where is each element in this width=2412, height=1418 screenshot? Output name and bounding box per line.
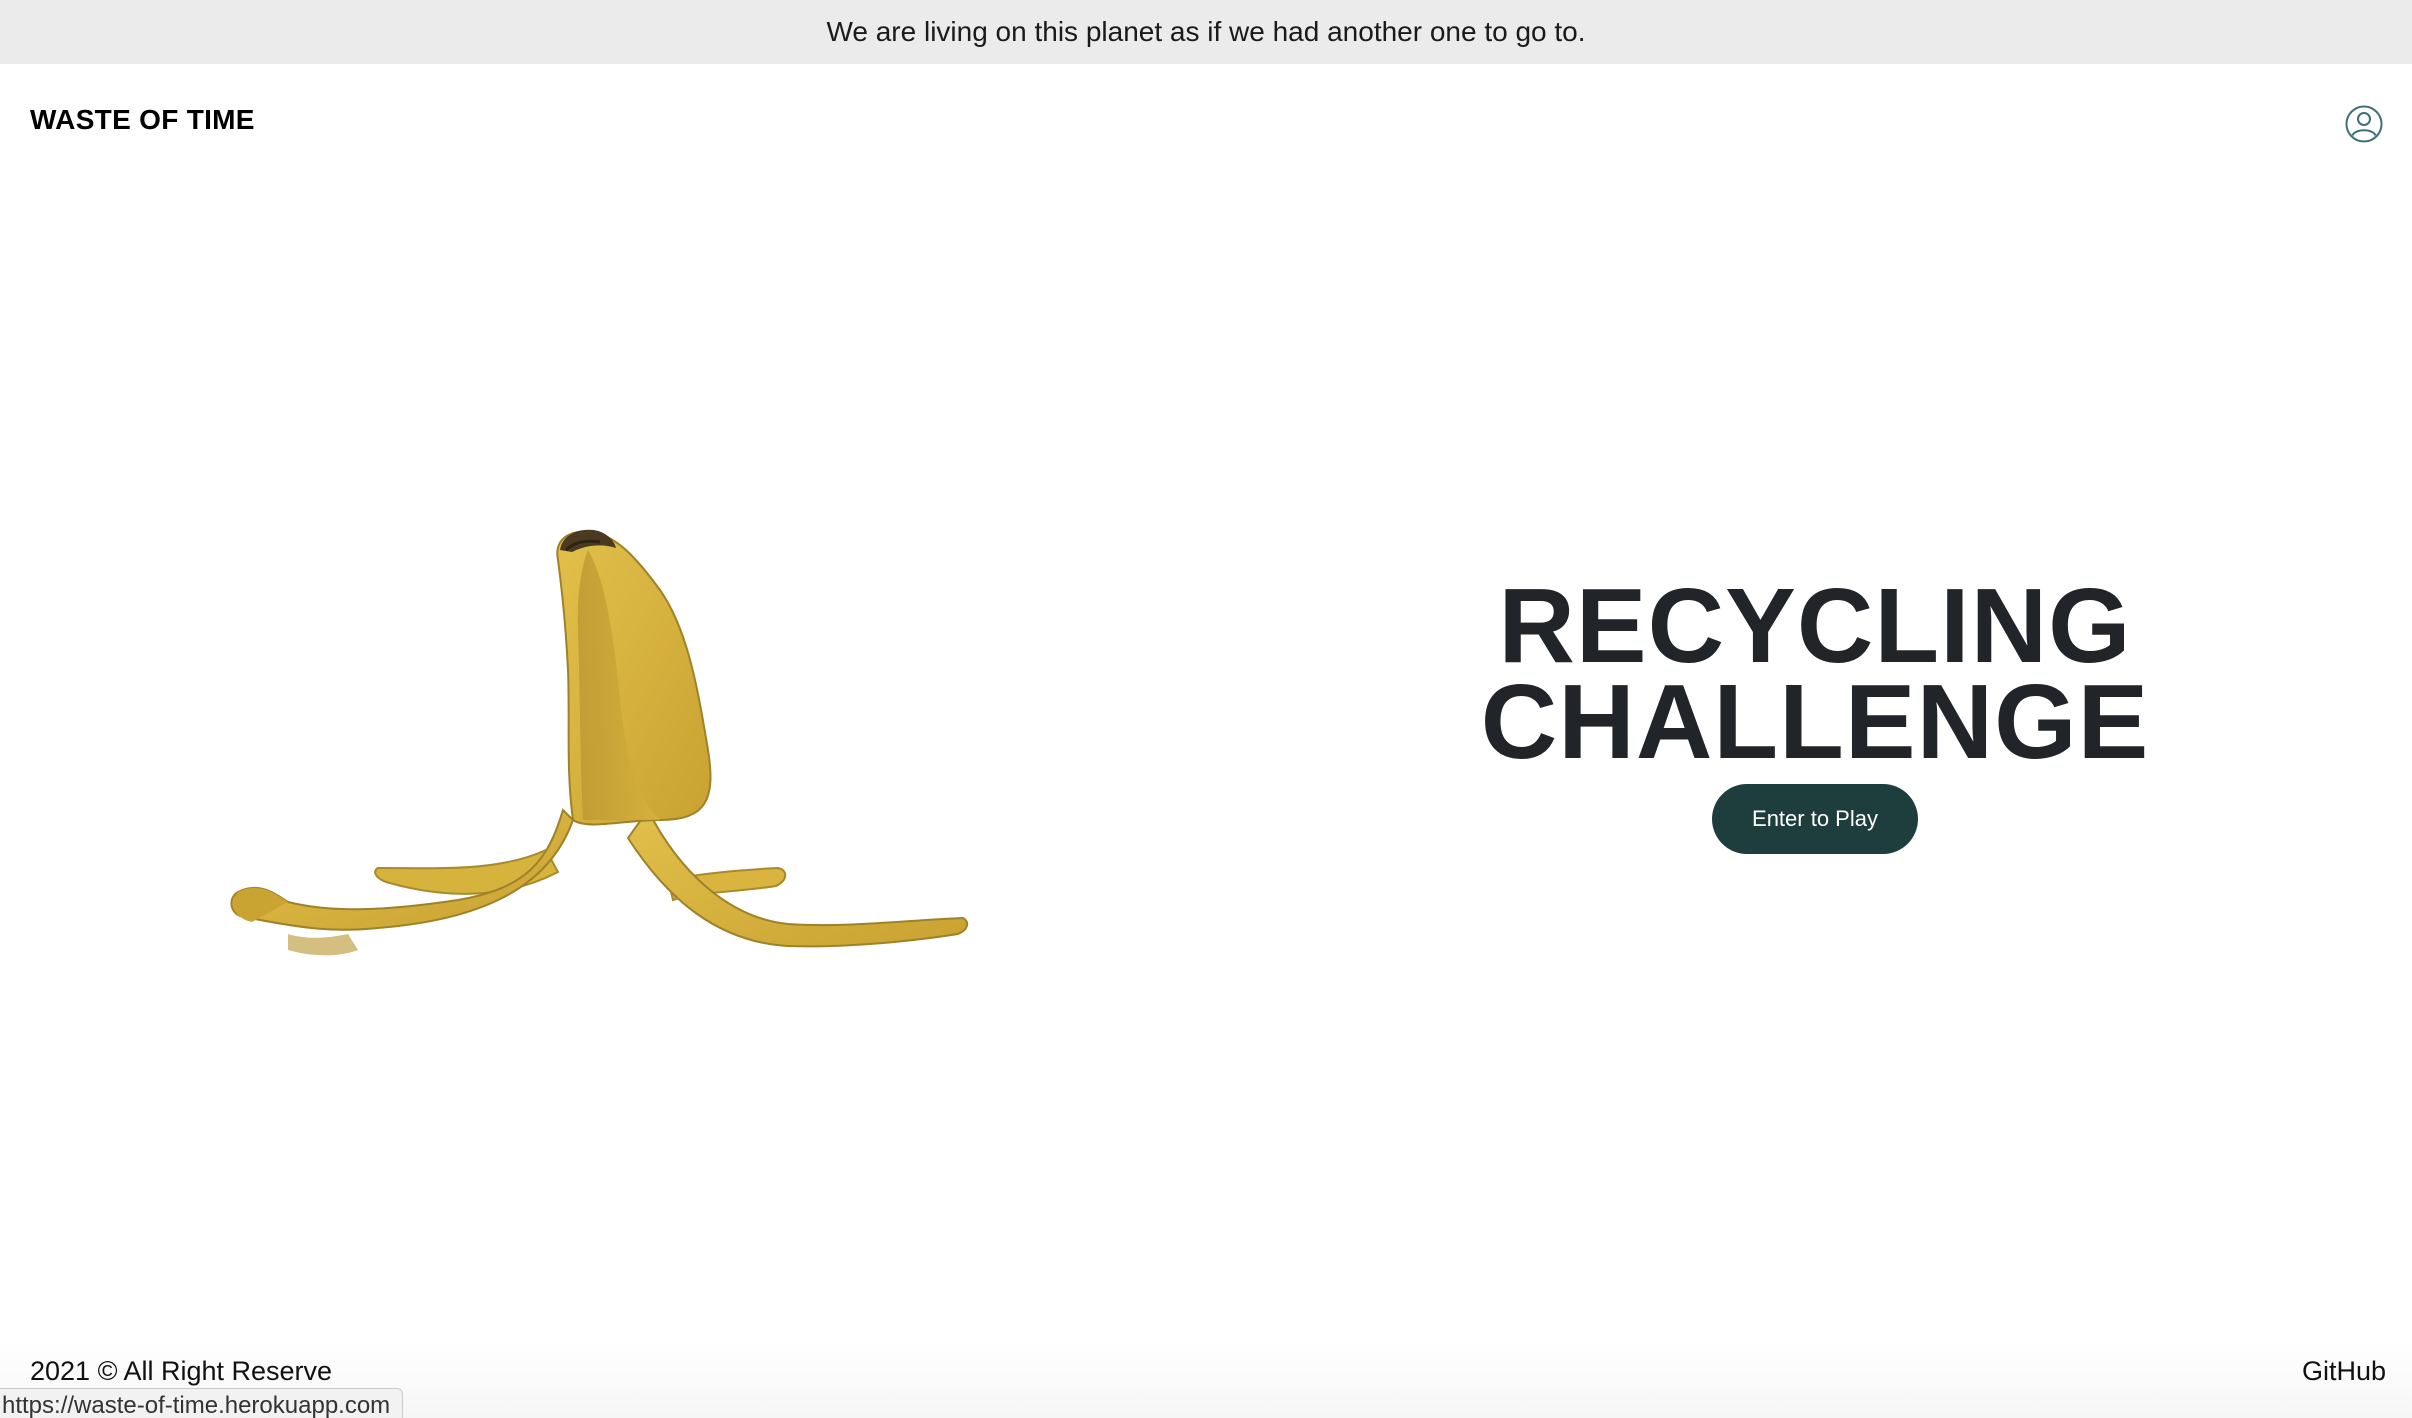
status-bar-url: https://waste-of-time.herokuapp.com — [0, 1388, 404, 1418]
top-nav: WASTE OF TIME — [0, 64, 2412, 182]
banana-peel-icon — [230, 529, 969, 956]
account-button[interactable] — [2344, 104, 2384, 144]
hero-title-line-2: CHALLENGE — [1480, 663, 2150, 781]
copyright-text: 2021 © All Right Reserve — [30, 1356, 333, 1386]
hero-title-line-1: RECYCLING — [1498, 567, 2132, 685]
hero-section: RECYCLING CHALLENGE Enter to Play — [1480, 567, 2150, 854]
announcement-bar: We are living on this planet as if we ha… — [0, 0, 2412, 64]
github-link[interactable]: GitHub — [2302, 1356, 2386, 1387]
page: We are living on this planet as if we ha… — [0, 0, 2412, 1418]
enter-to-play-button[interactable]: Enter to Play — [1712, 784, 1918, 854]
hero-title: RECYCLING CHALLENGE — [1480, 567, 2150, 781]
announcement-text: We are living on this planet as if we ha… — [826, 16, 1586, 47]
banana-peel-image — [228, 520, 988, 960]
brand-logo-link[interactable]: WASTE OF TIME — [30, 104, 255, 136]
user-circle-icon — [2345, 105, 2383, 143]
